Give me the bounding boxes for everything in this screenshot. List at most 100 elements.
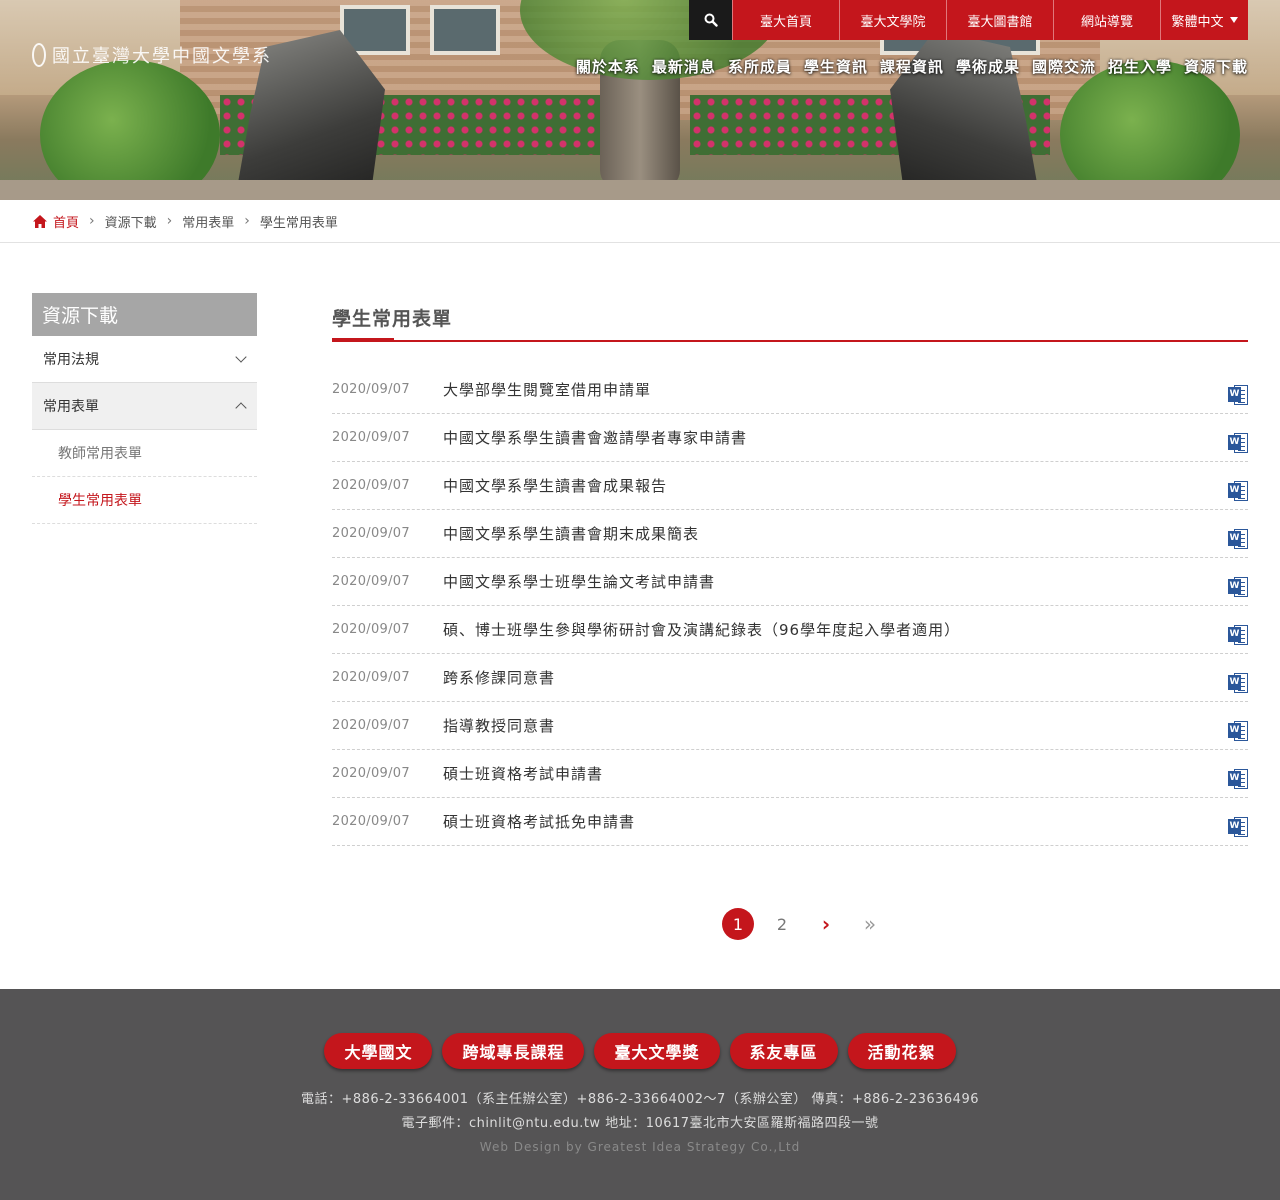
search-icon	[704, 13, 718, 27]
breadcrumb-home[interactable]: 首頁	[33, 212, 79, 231]
last-page-icon[interactable]: »	[854, 908, 886, 940]
document-list: 2020/09/07 大學部學生閱覽室借用申請單 W 2020/09/07 中國文學系學…	[332, 366, 1248, 846]
breadcrumb-common-forms[interactable]: 常用表單	[182, 212, 234, 231]
banner-tree	[40, 60, 220, 200]
breadcrumb: 首頁 › 資源下載 › 常用表單 › 學生常用表單	[0, 200, 1280, 243]
main-content: 學生常用表單 2020/09/07 大學部學生閱覽室借用申請單 W 2020/09/0…	[332, 293, 1248, 846]
nav-news[interactable]: 最新消息	[652, 56, 716, 77]
top-link-ntu-home[interactable]: 臺大首頁	[732, 0, 839, 40]
banner-tree	[1060, 60, 1240, 200]
footer-credit[interactable]: Web Design by Greatest Idea Strategy Co.…	[0, 1140, 1280, 1154]
document-title-link[interactable]: 跨系修課同意書	[443, 667, 1228, 688]
nav-members[interactable]: 系所成員	[728, 56, 792, 77]
document-row[interactable]: 2020/09/07 中國文學系學士班學生論文考試申請書 W	[332, 558, 1248, 606]
document-title-link[interactable]: 指導教授同意書	[443, 715, 1228, 736]
word-doc-icon[interactable]: W	[1228, 624, 1248, 645]
home-icon	[33, 214, 47, 228]
chevron-right-icon: ›	[244, 213, 250, 229]
document-row[interactable]: 2020/09/07 中國文學系學生讀書會成果報告 W	[332, 462, 1248, 510]
page-2-button[interactable]: 2	[766, 908, 798, 940]
footer-contact-phone: 電話：+886-2-33664001（系主任辦公室）+886-2-3366400…	[301, 1092, 979, 1107]
sidebar-subitem-teacher-forms[interactable]: 教師常用表單	[32, 430, 257, 477]
header-banner: 國立臺灣大學中國文學系 臺大首頁 臺大文學院 臺大圖書館 網站導覽 繁體中文 關…	[0, 0, 1280, 200]
document-date: 2020/09/07	[332, 670, 410, 685]
word-doc-icon[interactable]: W	[1228, 672, 1248, 693]
footer-button-cross-domain[interactable]: 跨域專長課程	[442, 1033, 585, 1069]
language-selector[interactable]: 繁體中文	[1160, 0, 1248, 40]
chevron-right-icon: ›	[89, 213, 95, 229]
document-row[interactable]: 2020/09/07 中國文學系學生讀書會邀請學者專家申請書 W	[332, 414, 1248, 462]
footer-button-literature-award[interactable]: 臺大文學獎	[594, 1033, 720, 1069]
language-label: 繁體中文	[1171, 14, 1224, 30]
document-title-link[interactable]: 碩士班資格考試申請書	[443, 763, 1228, 784]
breadcrumb-downloads[interactable]: 資源下載	[105, 212, 157, 231]
breadcrumb-current: 學生常用表單	[259, 215, 338, 231]
chevron-right-icon: ›	[166, 213, 173, 229]
sidebar-subitem-student-forms[interactable]: 學生常用表單	[32, 477, 257, 524]
sidebar-item-label: 常用表單	[43, 399, 99, 415]
nav-research[interactable]: 學術成果	[956, 56, 1020, 77]
sidebar-item-common-forms[interactable]: 常用表單	[32, 383, 257, 430]
footer-button-gallery[interactable]: 活動花絮	[847, 1033, 956, 1069]
document-date: 2020/09/07	[332, 622, 410, 637]
nav-about[interactable]: 關於本系	[576, 56, 640, 77]
banner-ground	[0, 180, 1280, 200]
sidebar-item-label: 常用法規	[43, 352, 99, 368]
footer-button-alumni[interactable]: 系友專區	[729, 1033, 838, 1069]
document-row[interactable]: 2020/09/07 碩士班資格考試申請書 W	[332, 750, 1248, 798]
document-date: 2020/09/07	[332, 478, 410, 493]
document-title-link[interactable]: 大學部學生閱覽室借用申請單	[443, 379, 1228, 400]
document-row[interactable]: 2020/09/07 指導教授同意書 W	[332, 702, 1248, 750]
document-row[interactable]: 2020/09/07 跨系修課同意書 W	[332, 654, 1248, 702]
logo-text: 國立臺灣大學中國文學系	[52, 46, 272, 67]
top-link-sitemap[interactable]: 網站導覽	[1053, 0, 1160, 40]
word-doc-icon[interactable]: W	[1228, 432, 1248, 453]
chevron-down-icon	[235, 351, 247, 363]
document-title-link[interactable]: 中國文學系學生讀書會期末成果簡表	[443, 523, 1228, 544]
word-doc-icon[interactable]: W	[1228, 480, 1248, 501]
search-button[interactable]	[689, 0, 732, 40]
document-title-link[interactable]: 中國文學系學生讀書會成果報告	[443, 475, 1228, 496]
nav-downloads[interactable]: 資源下載	[1184, 56, 1248, 77]
document-row[interactable]: 2020/09/07 碩、博士班學生參與學術研討會及演講紀錄表（96學年度起入學者…	[332, 606, 1248, 654]
pagination: 1 2 › »	[722, 908, 886, 940]
word-doc-icon[interactable]: W	[1228, 720, 1248, 741]
site-logo[interactable]: 國立臺灣大學中國文學系	[32, 40, 272, 70]
banner-window	[430, 5, 500, 55]
top-link-college-of-liberal-arts[interactable]: 臺大文學院	[839, 0, 946, 40]
document-title-link[interactable]: 碩、博士班學生參與學術研討會及演講紀錄表（96學年度起入學者適用）	[443, 619, 1228, 640]
document-row[interactable]: 2020/09/07 碩士班資格考試抵免申請書 W	[332, 798, 1248, 846]
footer-quick-links: 大學國文 跨域專長課程 臺大文學獎 系友專區 活動花絮	[0, 1033, 1280, 1069]
footer-button-college-chinese[interactable]: 大學國文	[324, 1033, 433, 1069]
page-1-button[interactable]: 1	[722, 908, 754, 940]
seal-icon	[32, 43, 46, 67]
document-row[interactable]: 2020/09/07 大學部學生閱覽室借用申請單 W	[332, 366, 1248, 414]
main-nav: 關於本系 最新消息 系所成員 學生資訊 課程資訊 學術成果 國際交流 招生入學 …	[576, 56, 1248, 77]
document-title-link[interactable]: 碩士班資格考試抵免申請書	[443, 811, 1228, 832]
title-divider	[332, 338, 1248, 342]
nav-international[interactable]: 國際交流	[1032, 56, 1096, 77]
document-row[interactable]: 2020/09/07 中國文學系學生讀書會期末成果簡表 W	[332, 510, 1248, 558]
nav-student-info[interactable]: 學生資訊	[804, 56, 868, 77]
sidebar-item-regulations[interactable]: 常用法規	[32, 336, 257, 383]
word-doc-icon[interactable]: W	[1228, 528, 1248, 549]
top-utility-bar: 臺大首頁 臺大文學院 臺大圖書館 網站導覽 繁體中文	[689, 0, 1248, 40]
next-page-icon[interactable]: ›	[810, 908, 842, 940]
footer: 大學國文 跨域專長課程 臺大文學獎 系友專區 活動花絮 電話：+886-2-33…	[0, 989, 1280, 1200]
document-date: 2020/09/07	[332, 382, 410, 397]
document-title-link[interactable]: 中國文學系學生讀書會邀請學者專家申請書	[443, 427, 1228, 448]
sidebar-title: 資源下載	[32, 293, 257, 336]
document-date: 2020/09/07	[332, 526, 410, 541]
document-date: 2020/09/07	[332, 430, 410, 445]
page-title: 學生常用表單	[332, 307, 453, 330]
top-link-library[interactable]: 臺大圖書館	[946, 0, 1053, 40]
document-title-link[interactable]: 中國文學系學士班學生論文考試申請書	[443, 571, 1228, 592]
word-doc-icon[interactable]: W	[1228, 768, 1248, 789]
document-date: 2020/09/07	[332, 766, 410, 781]
word-doc-icon[interactable]: W	[1228, 384, 1248, 405]
document-date: 2020/09/07	[332, 574, 410, 589]
word-doc-icon[interactable]: W	[1228, 816, 1248, 837]
nav-admission[interactable]: 招生入學	[1108, 56, 1172, 77]
word-doc-icon[interactable]: W	[1228, 576, 1248, 597]
nav-courses[interactable]: 課程資訊	[880, 56, 944, 77]
